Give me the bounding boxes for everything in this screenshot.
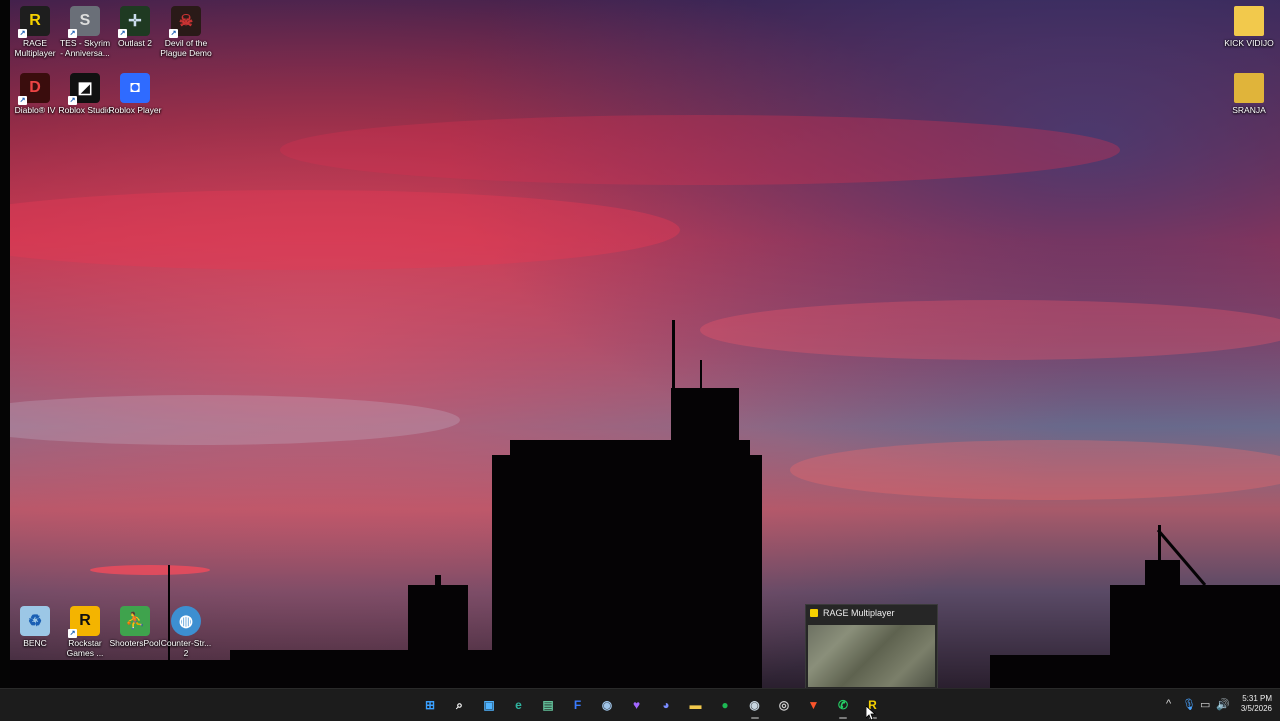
desktop-icon-label: SRANJA [1232,105,1266,115]
obs-icon[interactable]: ◎ [774,695,794,715]
start-icon[interactable]: ⊞ [420,695,440,715]
desktop-icon-recycle-bin[interactable]: ♻ BENC [8,606,62,648]
network-icon[interactable]: ▭ [1200,698,1210,711]
folder-icon [1234,73,1264,103]
desktop-icon-counter-strike-2[interactable]: ◍ Counter-Str... 2 [159,606,213,658]
desktop-icon-label: Outlast 2 [117,38,153,48]
brave-icon[interactable]: ▼ [804,695,824,715]
desktop-icon-rage-multiplayer[interactable]: R ↗ RAGE Multiplayer [8,6,62,58]
f-app-icon[interactable]: F [568,695,588,715]
shooterspool-icon: ⛹ [120,606,150,636]
shortcut-arrow-icon: ↗ [68,96,77,105]
desktop-folder-sranja[interactable]: SRANJA [1222,73,1276,115]
desktop-icon-label: Devil of the Plague Demo [160,38,212,58]
desktop-icon-skyrim[interactable]: S ↗ TES - Skyrim - Anniversa... [58,6,112,58]
rage-mp-icon: R ↗ [18,6,50,38]
desktop-icon-diablo-iv[interactable]: D ↗ Diablo® IV [8,73,62,115]
diablo-icon: D ↗ [18,73,50,105]
roblox-studio-icon: ◩ ↗ [68,73,100,105]
desktop-icon-roblox-player[interactable]: ◘ Roblox Player [108,73,162,115]
files-app-icon[interactable]: ▤ [538,695,558,715]
taskbar-window-preview[interactable]: RAGE Multiplayer [805,604,938,690]
shortcut-arrow-icon: ↗ [18,29,27,38]
desktop-icon-label: Roblox Studio [58,105,112,115]
file-explorer-icon[interactable]: ▬ [686,695,706,715]
desktop-icon-label: Counter-Str... 2 [160,638,212,658]
outlast-icon: ✛ ↗ [118,6,150,38]
search-icon[interactable]: ⌕ [450,695,470,715]
desktop-icon-label: Roblox Player [108,105,162,115]
preview-title: RAGE Multiplayer [823,608,895,618]
clock-time: 5:31 PM [1242,694,1272,703]
system-tray: ^ 🎙 ▭ 🔊 5:31 PM 3/5/2026 [1160,689,1280,721]
shortcut-arrow-icon: ↗ [18,96,27,105]
desktop-icon-roblox-studio[interactable]: ◩ ↗ Roblox Studio [58,73,112,115]
spotify-icon[interactable]: ● [715,695,735,715]
preview-thumbnail[interactable] [808,625,935,687]
desktop-icon-label: RAGE Multiplayer [14,38,56,58]
volume-icon[interactable]: 🔊 [1216,698,1230,711]
rockstar-icon: R ↗ [68,606,100,638]
steam-icon-1[interactable]: ◉ [597,695,617,715]
desktop-icon-outlast-2[interactable]: ✛ ↗ Outlast 2 [108,6,162,48]
counter-strike-icon: ◍ [171,606,201,636]
preview-title-bar: RAGE Multiplayer [810,608,895,618]
clock-date: 3/5/2026 [1240,704,1272,713]
taskbar: ⊞ ⌕ ▣ e ▤ F ◉ ♥ ◕ ▬ ● ◉ ◎ ▼ ✆ R ^ 🎙 ▭ 🔊 5:31 PM 3/5/202… [0,688,1280,721]
desktop-icon-shooterspool[interactable]: ⛹ ShootersPool [108,606,162,648]
desktop-folder-kick-vidijo[interactable]: KICK VIDIJO [1222,6,1276,48]
edge-icon[interactable]: e [509,695,529,715]
desktop-icon-label: ShootersPool [109,638,161,648]
shortcut-arrow-icon: ↗ [68,629,77,638]
discord-icon[interactable]: ◕ [656,695,676,715]
desktop-icon-rockstar-games[interactable]: R ↗ Rockstar Games ... [58,606,112,658]
rage-mp-icon [810,609,818,617]
desktop-icon-label: BENC [23,638,47,648]
taskbar-clock[interactable]: 5:31 PM 3/5/2026 [1241,694,1272,714]
desktop-icon-label: Rockstar Games ... [66,638,104,658]
tray-overflow-chevron-icon[interactable]: ^ [1166,698,1171,710]
shortcut-arrow-icon: ↗ [68,29,77,38]
microphone-icon[interactable]: 🎙 [1182,698,1196,711]
skyrim-icon: S ↗ [68,6,100,38]
taskbar-active-indicator [750,717,759,719]
folder-icon [1234,6,1264,36]
devil-plague-icon: ☠ ↗ [169,6,201,38]
whatsapp-icon[interactable]: ✆ [833,695,853,715]
desktop-wallpaper [0,0,1280,688]
recycle-bin-icon: ♻ [20,606,50,636]
desktop-icon-devil-of-the-plague[interactable]: ☠ ↗ Devil of the Plague Demo [159,6,213,58]
steam-icon-2[interactable]: ◉ [745,695,765,715]
roblox-player-icon: ◘ [120,73,150,103]
task-view-icon[interactable]: ▣ [479,695,499,715]
mouse-cursor-icon [866,706,876,720]
shortcut-arrow-icon: ↗ [169,29,178,38]
taskbar-active-indicator [839,717,847,719]
shortcut-arrow-icon: ↗ [118,29,127,38]
heart-app-icon[interactable]: ♥ [627,695,647,715]
desktop-icon-label: Diablo® IV [14,105,56,115]
desktop-icon-label: KICK VIDIJO [1224,38,1274,48]
desktop-icon-label: TES - Skyrim - Anniversa... [59,38,111,58]
